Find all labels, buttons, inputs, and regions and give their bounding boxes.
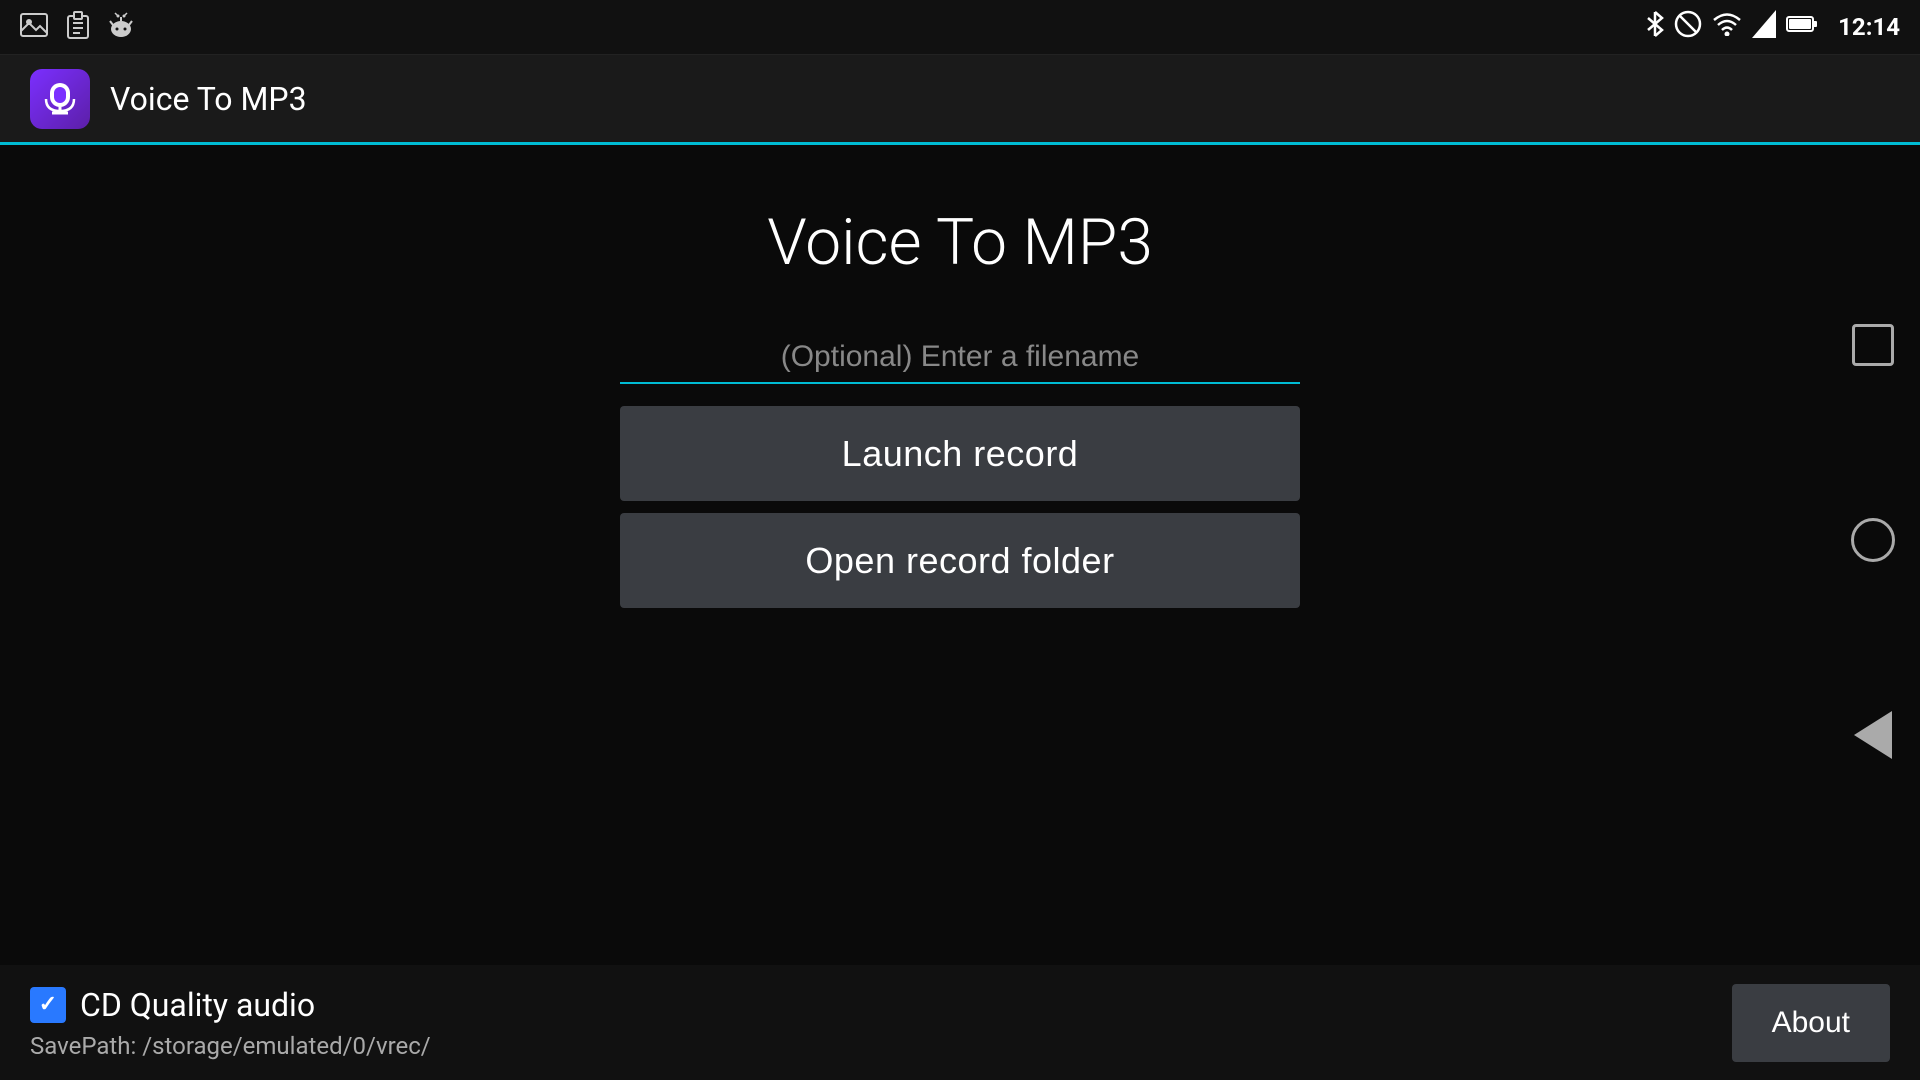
clipboard-icon [66, 11, 90, 44]
status-bar: 12:14 [0, 0, 1920, 55]
android-icon [108, 11, 134, 44]
no-sim-icon [1674, 10, 1702, 44]
cd-quality-checkbox[interactable]: ✓ [30, 987, 66, 1023]
filename-input-container[interactable] [620, 340, 1300, 384]
recent-apps-button[interactable] [1845, 318, 1900, 373]
app-icon [30, 69, 90, 129]
save-path: SavePath: /storage/emulated/0/vrec/ [30, 1032, 1732, 1060]
signal-icon [1752, 10, 1776, 44]
cd-quality-label: CD Quality audio [80, 986, 315, 1024]
wifi-icon [1712, 12, 1742, 42]
cd-quality-row: ✓ CD Quality audio [30, 986, 1732, 1024]
launch-record-button[interactable]: Launch record [620, 406, 1300, 501]
open-folder-button[interactable]: Open record folder [620, 513, 1300, 608]
bluetooth-icon [1646, 10, 1664, 44]
bottom-left: ✓ CD Quality audio SavePath: /storage/em… [30, 986, 1732, 1060]
about-button[interactable]: About [1732, 984, 1890, 1062]
app-bar-title: Voice To MP3 [110, 80, 307, 118]
checkmark-icon: ✓ [39, 992, 57, 1017]
bottom-bar: ✓ CD Quality audio SavePath: /storage/em… [0, 965, 1920, 1080]
nav-buttons [1845, 0, 1900, 1080]
filename-input[interactable] [620, 340, 1300, 374]
main-content: Voice To MP3 Launch record Open record f… [270, 145, 1650, 608]
status-bar-left [20, 11, 134, 44]
battery-icon [1786, 14, 1818, 40]
home-button[interactable] [1845, 513, 1900, 568]
back-button[interactable] [1845, 708, 1900, 763]
picture-icon [20, 13, 48, 42]
page-title: Voice To MP3 [767, 205, 1153, 280]
app-bar: Voice To MP3 [0, 55, 1920, 145]
